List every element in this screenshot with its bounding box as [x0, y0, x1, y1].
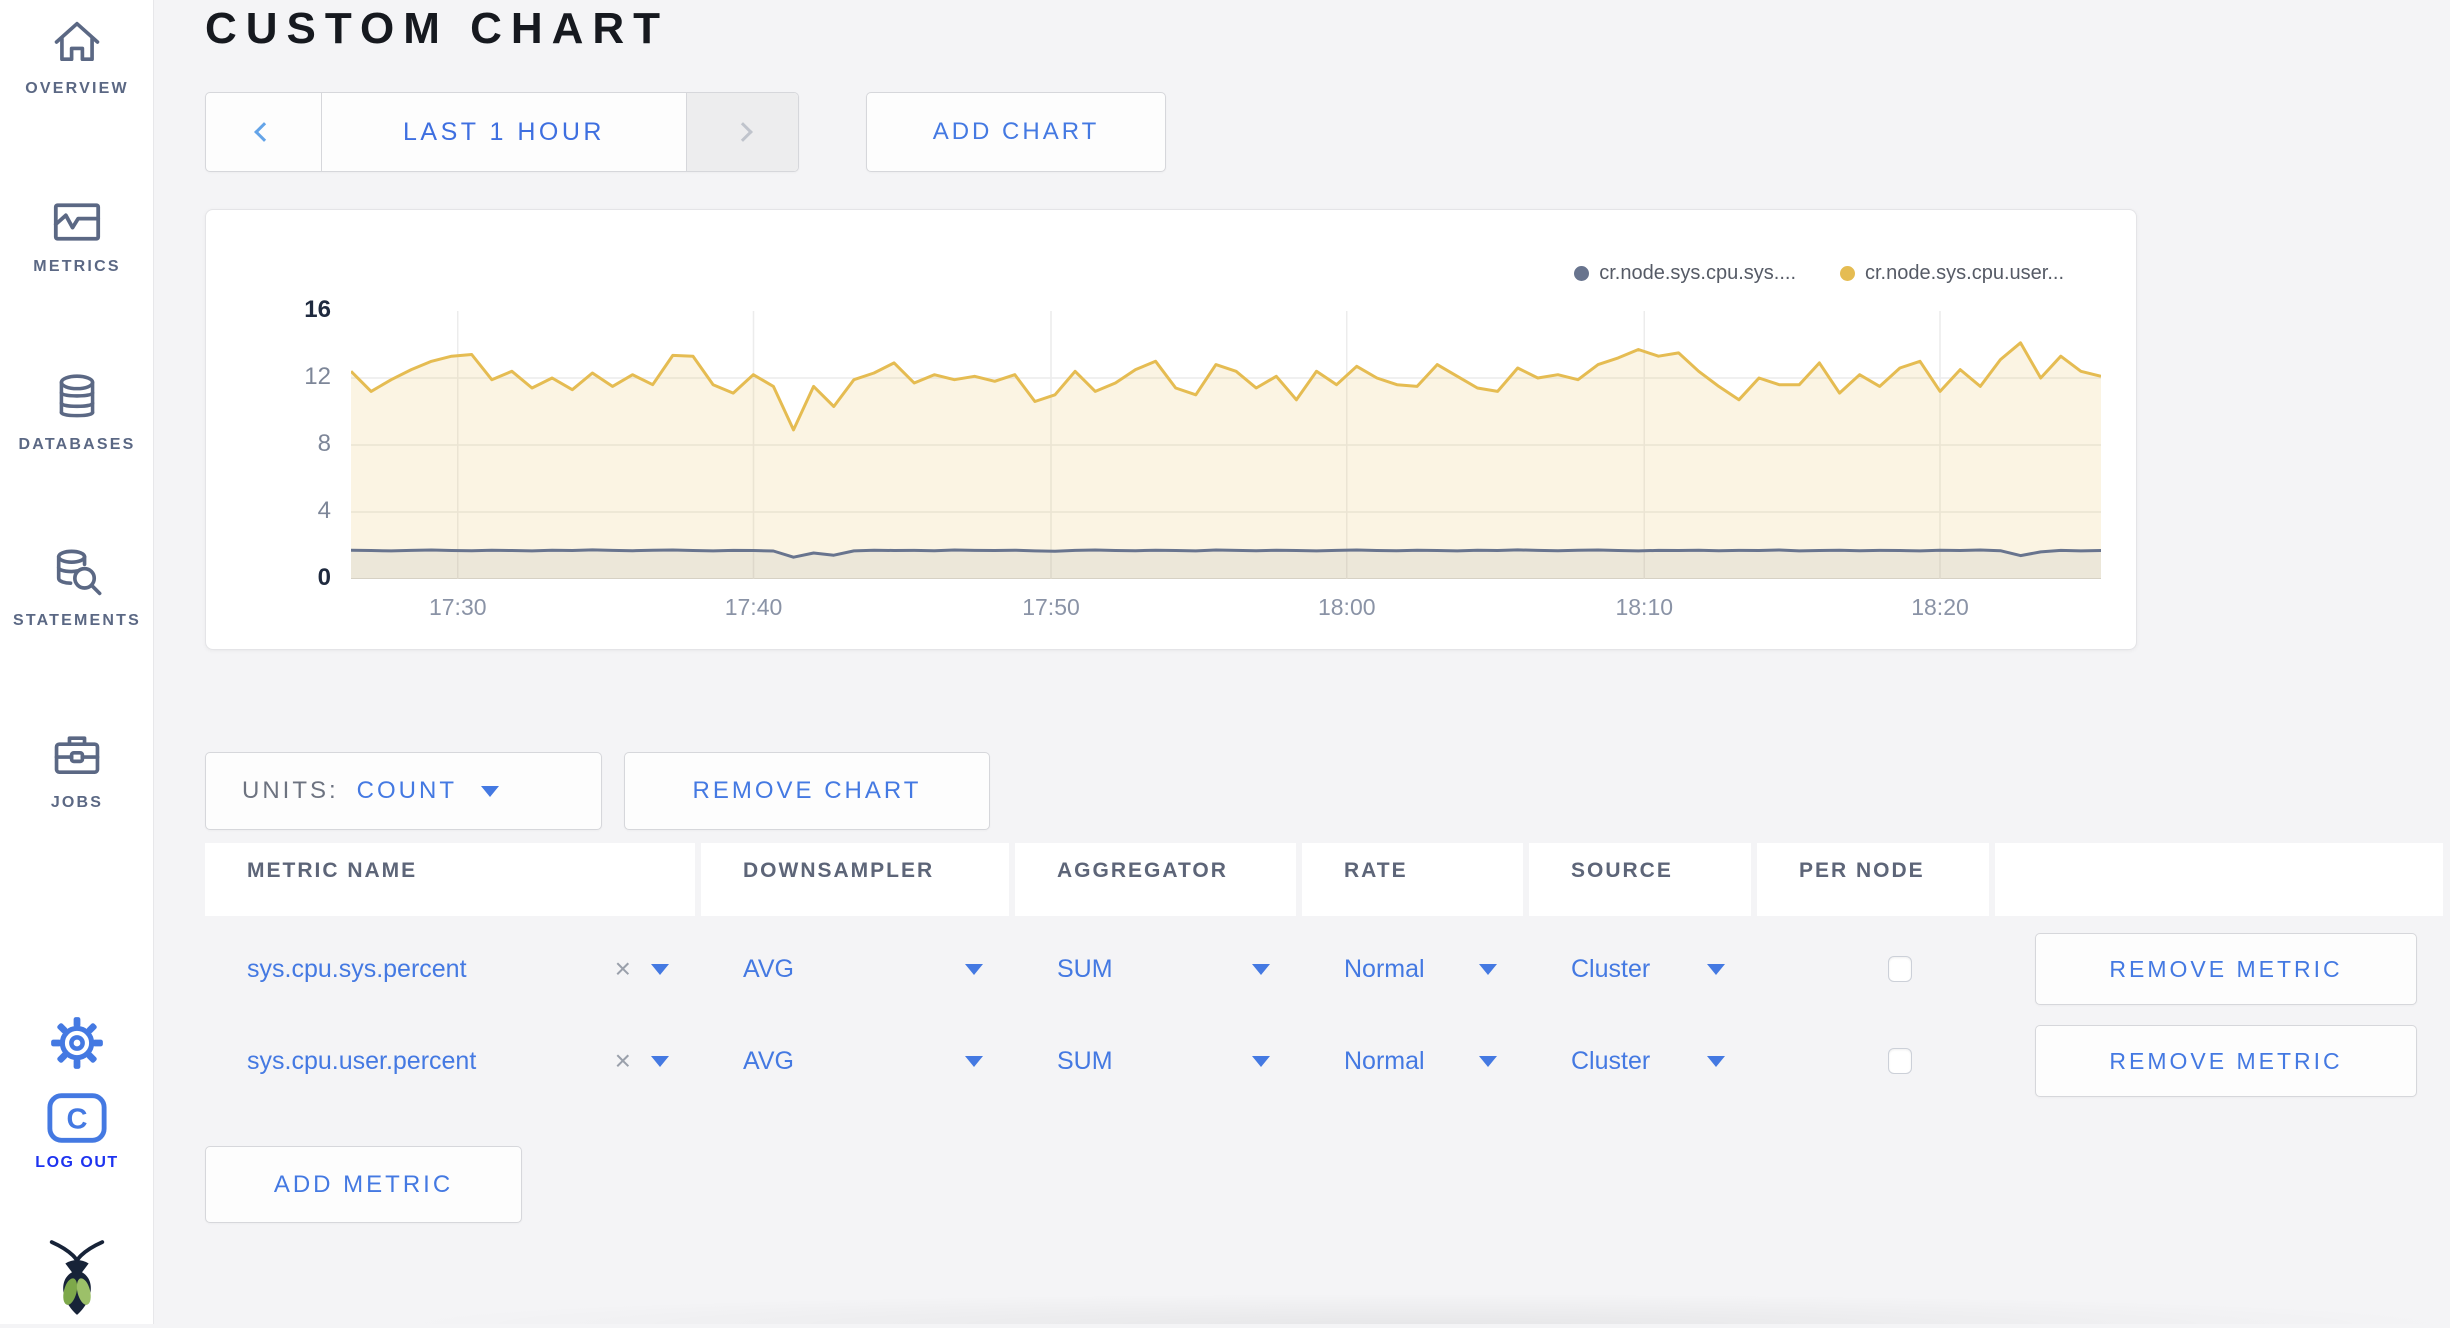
chart-plot-svg — [349, 311, 2102, 579]
legend-item-sys[interactable]: cr.node.sys.cpu.sys.... — [1574, 262, 1796, 285]
home-icon — [54, 21, 100, 62]
sidebar-item-label: JOBS — [50, 794, 104, 811]
cockroach-c-icon: C — [47, 1093, 107, 1143]
time-window-selector: LAST 1 HOUR — [205, 92, 799, 172]
chart-plot-area — [349, 311, 2102, 579]
sidebar-item-jobs[interactable]: JOBS — [0, 728, 154, 812]
sidebar-item-statements[interactable]: STATEMENTS — [0, 546, 154, 630]
aggregator-dropdown-caret[interactable] — [1252, 1055, 1270, 1067]
chevron-left-icon — [253, 122, 274, 142]
units-dropdown[interactable]: UNITS: COUNT — [205, 752, 602, 830]
source-cell: Cluster — [1529, 930, 1751, 1008]
aggregator-value[interactable]: SUM — [1057, 955, 1113, 984]
aggregator-dropdown-caret[interactable] — [1252, 963, 1270, 975]
source-dropdown-caret[interactable] — [1707, 963, 1725, 975]
sidebar-item-label: DATABASES — [18, 436, 136, 453]
col-header-actions — [1995, 843, 2443, 916]
aggregator-cell: SUM — [1015, 1022, 1296, 1100]
metric-dropdown-caret[interactable] — [651, 963, 669, 975]
table-row: sys.cpu.user.percent × AVG SUM Normal Cl… — [205, 1022, 2443, 1100]
per-node-cell — [1757, 1022, 1989, 1100]
metric-name-cell: sys.cpu.user.percent × — [205, 1022, 695, 1100]
sidebar: OVERVIEW METRICS DATABASES STATEMENTS JO… — [0, 0, 154, 1324]
chart-controls-row: LAST 1 HOUR ADD CHART — [205, 92, 2450, 172]
remove-metric-button[interactable]: REMOVE METRIC — [2035, 933, 2417, 1005]
rate-cell: Normal — [1302, 1022, 1523, 1100]
timewindow-prev-button[interactable] — [206, 93, 322, 171]
sidebar-item-overview[interactable]: OVERVIEW — [0, 14, 154, 98]
database-icon — [59, 374, 95, 418]
remove-metric-button[interactable]: REMOVE METRIC — [2035, 1025, 2417, 1097]
main-content: CUSTOM CHART LAST 1 HOUR ADD CHART cr.no… — [154, 0, 2450, 1324]
metric-name-value[interactable]: sys.cpu.sys.percent — [247, 955, 467, 984]
col-header-per-node: PER NODE — [1757, 843, 1989, 916]
gear-icon — [51, 1017, 103, 1069]
clear-metric-icon[interactable]: × — [615, 1047, 631, 1075]
col-header-source: SOURCE — [1529, 843, 1751, 916]
sidebar-item-label: STATEMENTS — [12, 612, 142, 629]
timewindow-next-button[interactable] — [686, 93, 798, 171]
col-header-downsampler: DOWNSAMPLER — [701, 843, 1009, 916]
sidebar-logout[interactable]: C LOG OUT — [0, 1092, 154, 1172]
chart-card: cr.node.sys.cpu.sys.... cr.node.sys.cpu.… — [205, 209, 2137, 650]
per-node-cell — [1757, 930, 1989, 1008]
metric-name-cell: sys.cpu.sys.percent × — [205, 930, 695, 1008]
timewindow-label[interactable]: LAST 1 HOUR — [322, 93, 686, 171]
rate-cell: Normal — [1302, 930, 1523, 1008]
rate-value[interactable]: Normal — [1344, 1047, 1425, 1076]
rate-dropdown-caret[interactable] — [1479, 1055, 1497, 1067]
downsampler-dropdown-caret[interactable] — [965, 963, 983, 975]
table-row: sys.cpu.sys.percent × AVG SUM Normal Clu… — [205, 930, 2443, 1008]
source-dropdown-caret[interactable] — [1707, 1055, 1725, 1067]
metrics-icon — [53, 203, 101, 241]
rate-dropdown-caret[interactable] — [1479, 963, 1497, 975]
sidebar-item-label: METRICS — [33, 258, 121, 275]
downsampler-cell: AVG — [701, 930, 1009, 1008]
metrics-table: METRIC NAME DOWNSAMPLER AGGREGATOR RATE … — [205, 843, 2443, 1223]
clear-metric-icon[interactable]: × — [615, 955, 631, 983]
source-cell: Cluster — [1529, 1022, 1751, 1100]
aggregator-cell: SUM — [1015, 930, 1296, 1008]
col-header-aggregator: AGGREGATOR — [1015, 843, 1296, 916]
jobs-icon — [54, 736, 100, 774]
source-value[interactable]: Cluster — [1571, 1047, 1650, 1076]
legend-dot-user — [1840, 266, 1855, 281]
chevron-down-icon — [481, 785, 499, 797]
statements-icon — [56, 549, 102, 596]
legend-dot-sys — [1574, 266, 1590, 281]
metric-dropdown-caret[interactable] — [651, 1055, 669, 1067]
downsampler-value[interactable]: AVG — [743, 1047, 794, 1076]
chevron-right-icon — [732, 122, 753, 142]
logout-label: LOG OUT — [35, 1154, 119, 1171]
sidebar-item-databases[interactable]: DATABASES — [0, 370, 154, 454]
col-header-metric-name: METRIC NAME — [205, 843, 695, 916]
downsampler-value[interactable]: AVG — [743, 955, 794, 984]
per-node-checkbox[interactable] — [1887, 956, 1912, 982]
row-actions-cell: REMOVE METRIC — [1995, 1022, 2443, 1100]
chart-legend: cr.node.sys.cpu.sys.... cr.node.sys.cpu.… — [1574, 262, 2064, 285]
sidebar-item-metrics[interactable]: METRICS — [0, 196, 154, 276]
cockroachdb-bug-icon — [49, 1240, 105, 1315]
units-row: UNITS: COUNT REMOVE CHART — [205, 752, 2450, 830]
metrics-table-header: METRIC NAME DOWNSAMPLER AGGREGATOR RATE … — [205, 843, 2443, 916]
page-title: CUSTOM CHART — [205, 4, 670, 53]
aggregator-value[interactable]: SUM — [1057, 1047, 1113, 1076]
legend-item-user[interactable]: cr.node.sys.cpu.user... — [1840, 262, 2064, 285]
rate-value[interactable]: Normal — [1344, 955, 1425, 984]
col-header-rate: RATE — [1302, 843, 1523, 916]
add-metric-button[interactable]: ADD METRIC — [205, 1146, 522, 1223]
svg-text:C: C — [67, 1104, 88, 1136]
per-node-checkbox[interactable] — [1887, 1048, 1912, 1074]
add-chart-button[interactable]: ADD CHART — [866, 92, 1166, 172]
sidebar-item-label: OVERVIEW — [25, 80, 129, 97]
downsampler-dropdown-caret[interactable] — [965, 1055, 983, 1067]
downsampler-cell: AVG — [701, 1022, 1009, 1100]
row-actions-cell: REMOVE METRIC — [1995, 930, 2443, 1008]
metric-name-value[interactable]: sys.cpu.user.percent — [247, 1047, 476, 1076]
sidebar-logo — [0, 1238, 154, 1328]
remove-chart-button[interactable]: REMOVE CHART — [624, 752, 990, 830]
source-value[interactable]: Cluster — [1571, 955, 1650, 984]
sidebar-settings[interactable] — [0, 1016, 154, 1080]
